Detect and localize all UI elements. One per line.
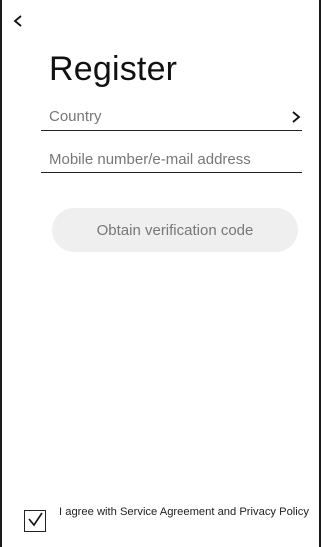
agreement-row: I agree with Service Agreement and Priva…: [24, 505, 319, 541]
country-selector[interactable]: Country: [41, 104, 302, 131]
back-button[interactable]: [11, 12, 25, 30]
agreement-checkbox[interactable]: [24, 510, 46, 532]
contact-field: [41, 146, 302, 173]
checkmark-icon: [28, 512, 43, 527]
page-title: Register: [49, 50, 178, 88]
register-screen: Register Country Obtain verification cod…: [0, 0, 321, 547]
obtain-verification-code-button[interactable]: Obtain verification code: [52, 208, 298, 252]
agreement-text: I agree with Service Agreement and Priva…: [59, 506, 309, 518]
chevron-left-icon: [13, 15, 22, 27]
contact-input[interactable]: [41, 146, 302, 172]
chevron-right-icon: [292, 111, 301, 123]
country-label: Country: [49, 108, 102, 125]
